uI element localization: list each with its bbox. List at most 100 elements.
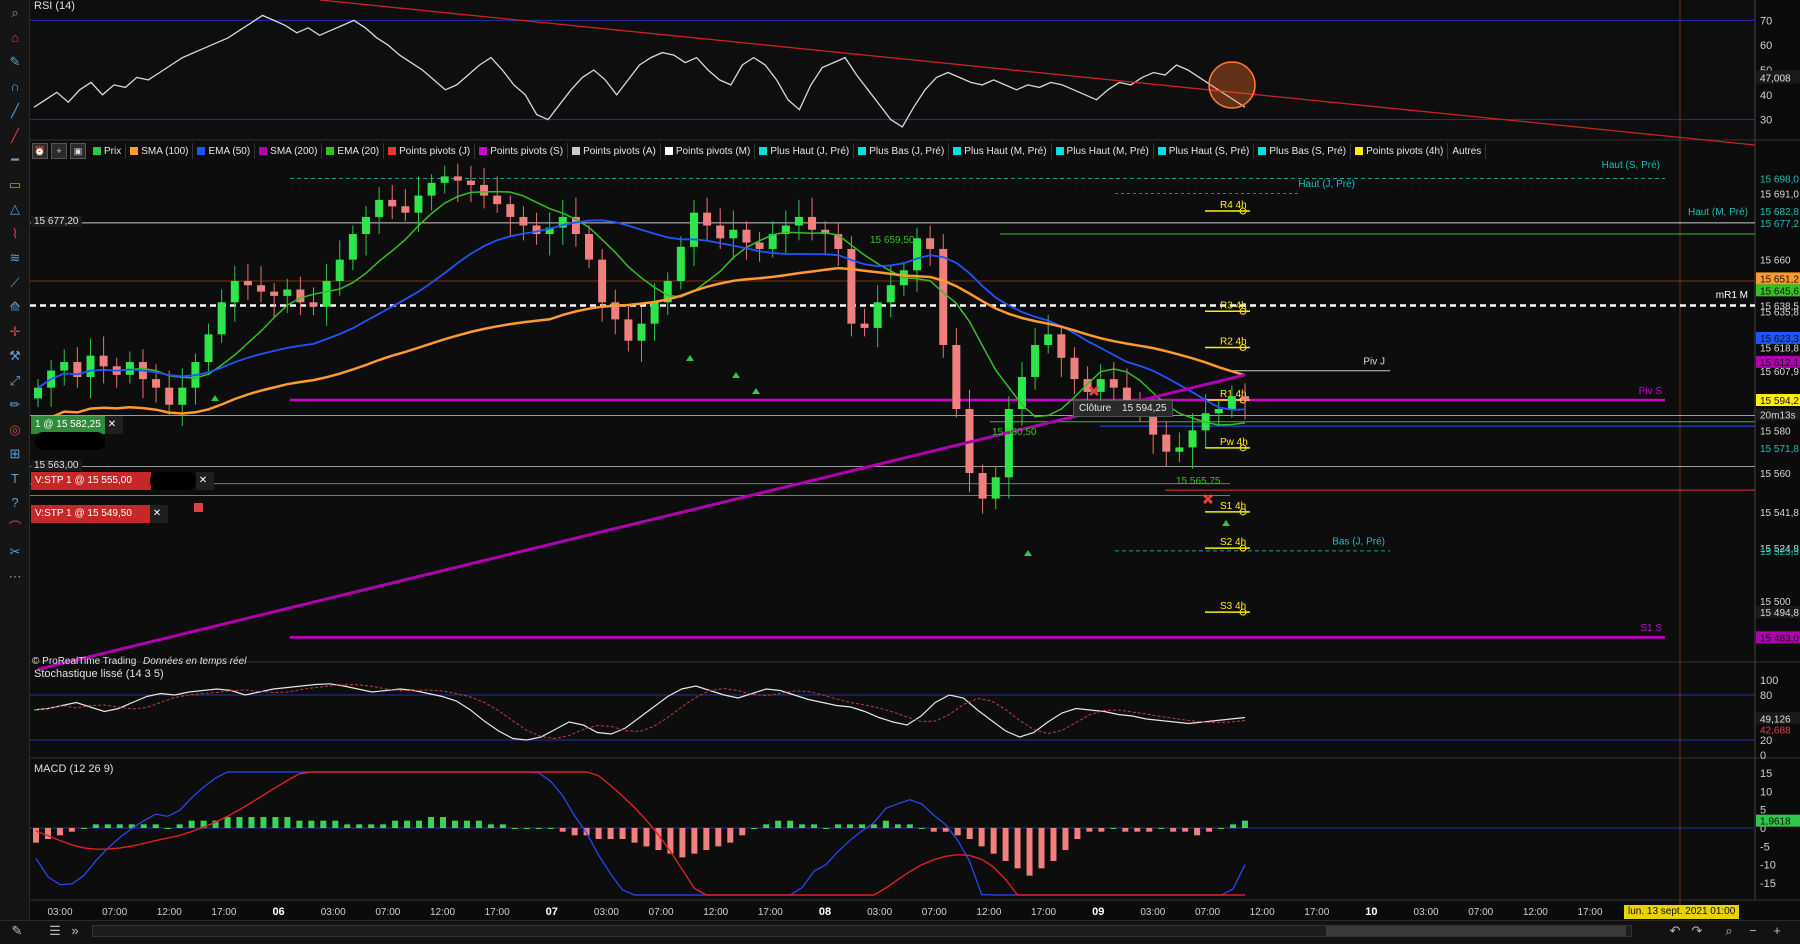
add-indicator-icon[interactable]: + (51, 143, 67, 159)
redo-icon[interactable]: ↷ (1688, 922, 1706, 940)
fibonacci-icon[interactable]: ≋ (5, 249, 25, 267)
legend-item-10[interactable]: Plus Bas (J, Pré) (854, 143, 950, 159)
price-axis-tick: 15 691,0 (1760, 189, 1799, 200)
menu-icon[interactable]: ☰ (46, 922, 64, 940)
legend-label: Prix (104, 145, 122, 157)
cancel-stop-2-button[interactable]: ✕ (150, 505, 168, 523)
time-axis-label: 03:00 (321, 907, 346, 918)
brush-icon[interactable]: ✏ (5, 396, 25, 414)
time-axis-label: 07:00 (649, 907, 674, 918)
pencil-icon[interactable]: ✎ (5, 53, 25, 71)
candle-body (1070, 357, 1079, 380)
pivot-4h-label: R2 4h (1220, 337, 1247, 348)
text-icon[interactable]: T (5, 470, 25, 488)
pivot-4h-label: R4 4h (1220, 200, 1247, 211)
macd-hist-bar (188, 820, 195, 828)
candle-body (60, 362, 69, 371)
config-icon[interactable]: ▣ (70, 143, 86, 159)
tools-icon[interactable]: ⚒ (5, 347, 25, 365)
stop-order-1-label: V:STP 1 @ 15 555,00 (35, 475, 132, 486)
magnet-icon[interactable]: ∩ (5, 78, 25, 96)
scissors-icon[interactable]: ✂ (5, 543, 25, 561)
undo-icon[interactable]: ↶ (1666, 922, 1684, 940)
more-icon[interactable]: ⋯ (5, 568, 25, 586)
grid-icon[interactable]: ⊞ (5, 445, 25, 463)
horizontal-line-icon[interactable]: ━ (5, 151, 25, 169)
macd-hist-bar (835, 824, 842, 828)
time-axis-label: 03:00 (47, 907, 72, 918)
scrollbar-thumb[interactable] (1326, 926, 1626, 936)
channel-icon[interactable]: ⌇ (5, 225, 25, 243)
legend-item-8[interactable]: Points pivots (M) (661, 143, 756, 159)
macd-hist-bar (499, 824, 506, 828)
zoom-in-icon[interactable]: + (1768, 922, 1786, 940)
legend-item-15[interactable]: Points pivots (4h) (1351, 143, 1449, 159)
crosshair-icon[interactable]: ✛ (5, 323, 25, 341)
candle-body (519, 216, 528, 226)
help-icon[interactable]: ? (5, 494, 25, 512)
gann-icon[interactable]: ⟰ (5, 298, 25, 316)
cancel-stop-1-button[interactable]: ✕ (196, 472, 214, 490)
search-icon[interactable]: ⌕ (5, 4, 25, 22)
legend-item-3[interactable]: SMA (200) (255, 143, 323, 159)
stoch-tick: 0 (1760, 750, 1766, 762)
legend-item-1[interactable]: SMA (100) (126, 143, 194, 159)
candle-body (34, 387, 42, 399)
legend-item-16[interactable]: Autres (1448, 143, 1487, 159)
macd-hist-bar (966, 828, 973, 839)
rsi-tick: 60 (1760, 40, 1772, 52)
arc-icon[interactable]: ⌒ (5, 519, 25, 537)
triangle-icon[interactable]: △ (5, 200, 25, 218)
left-price-top: 15 677,20 (31, 216, 82, 227)
zoom-out-icon[interactable]: − (1744, 922, 1762, 940)
macd-hist-bar (248, 817, 255, 828)
legend-item-12[interactable]: Plus Haut (M, Pré) (1052, 143, 1154, 159)
price-axis-tick: 15 677,2 (1760, 219, 1799, 230)
macd-hist-bar (1026, 828, 1033, 876)
legend-item-14[interactable]: Plus Bas (S, Pré) (1254, 143, 1352, 159)
legend-item-6[interactable]: Points pivots (S) (475, 143, 569, 159)
time-axis-label: 12:00 (1523, 907, 1548, 918)
macd-hist-bar (1218, 828, 1225, 829)
legend-item-9[interactable]: Plus Haut (J, Pré) (755, 143, 855, 159)
zoom-fit-icon[interactable]: ⌕ (1720, 922, 1738, 940)
macd-hist-bar (918, 828, 925, 829)
stoch-value-d: 42,688 (1760, 726, 1791, 737)
macd-hist-bar (1206, 828, 1213, 832)
trading-chart[interactable]: 706050403047,008R4 4hR3 4hR2 4hR1 4hPw 4… (0, 0, 1800, 944)
macd-hist-bar (428, 817, 435, 828)
tool-icon[interactable]: ✎ (8, 922, 26, 940)
macd-hist-bar (1002, 828, 1009, 861)
macd-hist-bar (344, 824, 351, 828)
double-chevron-right-icon[interactable]: » (66, 922, 84, 940)
home-icon[interactable]: ⌂ (5, 29, 25, 47)
macd-hist-bar (1038, 828, 1045, 869)
ray-icon[interactable]: ╱ (5, 127, 25, 145)
legend-label: Plus Bas (S, Pré) (1269, 145, 1347, 157)
candle-body (703, 212, 712, 226)
legend-item-4[interactable]: EMA (20) (322, 143, 385, 159)
candle-body (230, 280, 239, 303)
legend-item-11[interactable]: Plus Haut (M, Pré) (949, 143, 1052, 159)
legend-item-7[interactable]: Points pivots (A) (568, 143, 661, 159)
rsi-highlight-circle (1208, 61, 1256, 109)
stop-order-2[interactable]: V:STP 1 @ 15 549,50 (31, 505, 151, 523)
target-icon[interactable]: ◎ (5, 421, 25, 439)
pitchfork-icon[interactable]: ⟋ (5, 274, 25, 292)
rectangle-icon[interactable]: ▭ (5, 176, 25, 194)
price-axis-tick: 15 560 (1760, 469, 1791, 480)
legend-item-2[interactable]: EMA (50) (193, 143, 256, 159)
trendline-icon[interactable]: ╱ (5, 102, 25, 120)
price-legend: ⏰ + ▣ Prix SMA (100) EMA (50) SMA (200) EMA (20… (32, 143, 1487, 159)
alarm-icon[interactable]: ⏰ (32, 143, 48, 159)
rsi-tick: 30 (1760, 115, 1772, 127)
candle-body (808, 216, 817, 230)
close-position-button[interactable]: ✕ (105, 416, 123, 434)
macd-tick: -15 (1760, 878, 1776, 890)
close-icon: ✕ (107, 419, 117, 430)
legend-item-0[interactable]: Prix (89, 143, 127, 159)
legend-item-5[interactable]: Points pivots (J) (384, 143, 476, 159)
legend-item-13[interactable]: Plus Haut (S, Pré) (1154, 143, 1255, 159)
stop-order-1[interactable]: V:STP 1 @ 15 555,00 (31, 472, 151, 490)
move-icon[interactable]: ⤢ (5, 372, 25, 390)
